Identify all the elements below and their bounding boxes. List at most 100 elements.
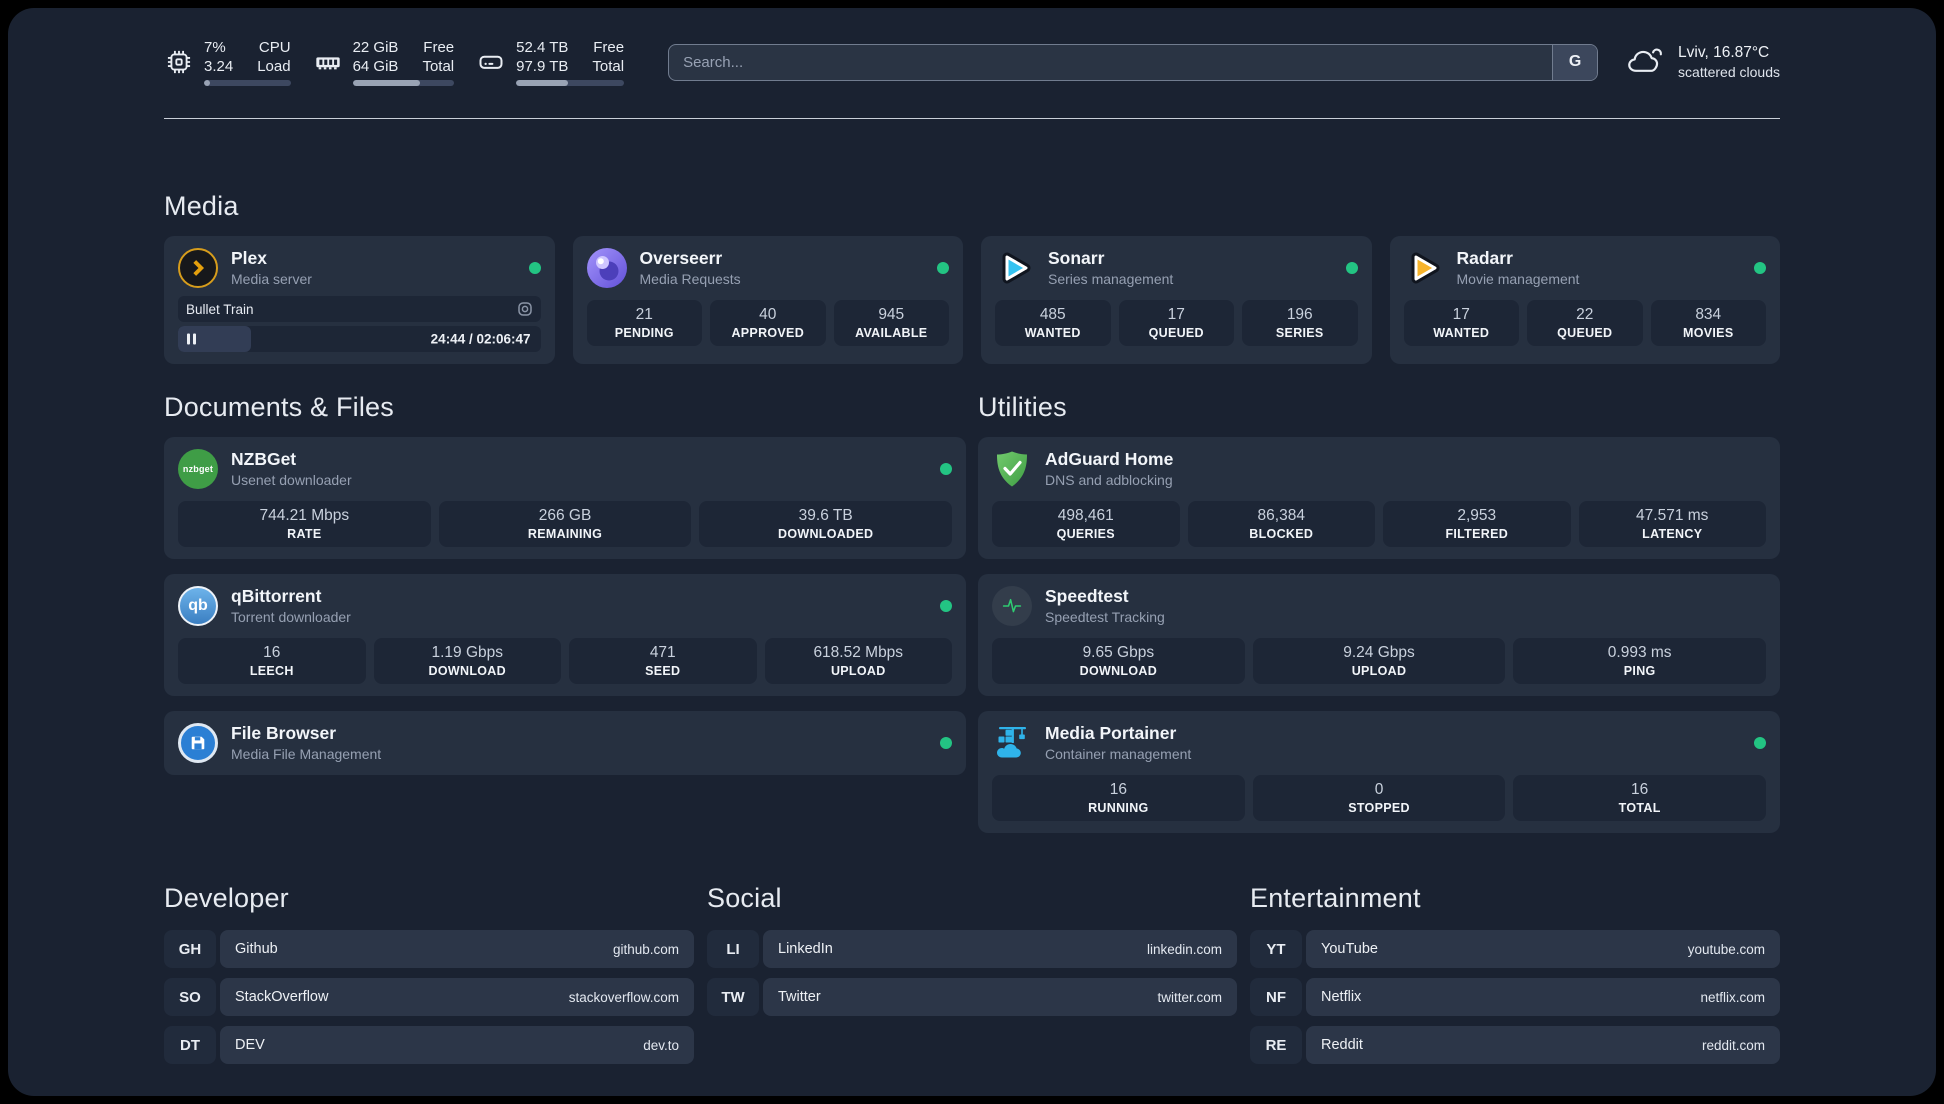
stat-label: MOVIES: [1683, 326, 1734, 340]
bookmark-linkedin[interactable]: LI LinkedIn linkedin.com: [707, 930, 1237, 968]
stat-label: UPLOAD: [830, 664, 886, 678]
stat-value: 16: [263, 644, 281, 661]
app-card-sonarr[interactable]: Sonarr Series management 485 WANTED 17 Q…: [981, 236, 1372, 364]
app-card-speedtest[interactable]: Speedtest Speedtest Tracking 9.65 Gbps D…: [978, 574, 1780, 696]
storage-free-value: 52.4 TB: [516, 39, 569, 56]
stat-label: FILTERED: [1445, 527, 1509, 541]
stat-box: 86,384 BLOCKED: [1187, 501, 1375, 547]
search-engine-button[interactable]: G: [1552, 44, 1598, 80]
load-label: Load: [257, 58, 291, 75]
bookmark-reddit[interactable]: RE Reddit reddit.com: [1250, 1026, 1780, 1064]
playback-time: 24:44 / 02:06:47: [430, 331, 531, 347]
search-input[interactable]: Search...: [669, 45, 1552, 80]
status-online-dot: [1754, 737, 1766, 749]
section-title-social: Social: [707, 883, 782, 913]
app-name: Overseerr: [639, 248, 723, 268]
memory-total-value: 64 GiB: [352, 58, 399, 75]
stat-box: 2,953 FILTERED: [1383, 501, 1571, 547]
stat-label: DOWNLOAD: [428, 664, 506, 678]
bookmark-netflix[interactable]: NF Netflix netflix.com: [1250, 978, 1780, 1016]
playback-progress-bar: 24:44 / 02:06:47: [178, 326, 541, 352]
stat-label: RATE: [287, 527, 322, 541]
stat-box: 834 MOVIES: [1650, 300, 1766, 346]
stat-box: 17 QUEUED: [1118, 300, 1234, 346]
bookmark-url: reddit.com: [1701, 1037, 1765, 1053]
stat-value: 0: [1374, 781, 1384, 798]
bookmark-url: twitter.com: [1157, 989, 1222, 1005]
stat-label: SEED: [645, 664, 681, 678]
weather-condition: scattered clouds: [1678, 64, 1780, 80]
app-card-portainer[interactable]: Media Portainer Container management 16 …: [978, 711, 1780, 833]
nzbget-icon: nzbget: [178, 449, 218, 489]
bookmark-name: Twitter: [778, 989, 821, 1005]
storage-free-label: Free: [593, 39, 625, 56]
stat-value: 86,384: [1257, 507, 1305, 524]
app-card-plex[interactable]: Plex Media server Bullet Train 24:44 / 0…: [164, 236, 555, 364]
app-card-filebrowser[interactable]: File Browser Media File Management: [164, 711, 966, 775]
cpu-progress-bar: [204, 80, 291, 86]
stat-label: LATENCY: [1642, 527, 1703, 541]
app-name: File Browser: [231, 723, 337, 743]
stat-box: 266 GB REMAINING: [438, 501, 692, 547]
bookmark-github[interactable]: GH Github github.com: [164, 930, 694, 968]
stat-label: TOTAL: [1618, 801, 1661, 815]
status-online-dot: [1345, 262, 1358, 274]
now-playing-title: Bullet Train: [186, 301, 254, 317]
bookmark-url: youtube.com: [1687, 941, 1765, 957]
speedtest-icon: [992, 586, 1032, 626]
bookmark-name: Netflix: [1321, 989, 1362, 1005]
bookmark-url: linkedin.com: [1146, 941, 1222, 957]
bookmark-name: DEV: [235, 1037, 265, 1053]
bookmarks-social: Social LI LinkedIn linkedin.com TW Twitt…: [707, 883, 1237, 1064]
weather-widget: Lviv, 16.87°C scattered clouds: [1624, 42, 1780, 83]
cpu-icon: [164, 48, 194, 76]
app-card-qbittorrent[interactable]: qb qBittorrent Torrent downloader 16 LEE…: [164, 574, 966, 696]
bookmark-name: StackOverflow: [235, 989, 329, 1005]
stat-box: 196 SERIES: [1242, 300, 1358, 346]
stat-box: 1.19 Gbps DOWNLOAD: [373, 638, 561, 684]
stat-value: 21: [635, 306, 653, 323]
bookmarks-developer: Developer GH Github github.com SO StackO…: [164, 883, 694, 1064]
stat-value: 485: [1039, 306, 1066, 323]
stat-label: LEECH: [249, 664, 294, 678]
app-card-radarr[interactable]: Radarr Movie management 17 WANTED 22 QUE…: [1389, 236, 1780, 364]
stat-label: QUERIES: [1056, 527, 1115, 541]
bookmark-abbr: SO: [164, 978, 216, 1016]
app-description: DNS and adblocking: [1045, 472, 1173, 488]
bookmark-url: github.com: [612, 941, 679, 957]
app-card-adguard[interactable]: AdGuard Home DNS and adblocking 498,461 …: [978, 437, 1780, 559]
documents-column: Documents & Files nzbget NZBGet Usenet d…: [164, 392, 966, 833]
stat-value: 9.65 Gbps: [1082, 644, 1155, 661]
app-card-overseerr[interactable]: Overseerr Media Requests 21 PENDING 40 A…: [572, 236, 963, 364]
bookmark-stackoverflow[interactable]: SO StackOverflow stackoverflow.com: [164, 978, 694, 1016]
pause-icon: [187, 333, 196, 345]
stat-box: 618.52 Mbps UPLOAD: [764, 638, 952, 684]
app-card-nzbget[interactable]: nzbget NZBGet Usenet downloader 744.21 M…: [164, 437, 966, 559]
bookmarks-entertainment: Entertainment YT YouTube youtube.com NF …: [1250, 883, 1780, 1064]
stat-box: 21 PENDING: [586, 300, 702, 346]
stat-box: 9.24 Gbps UPLOAD: [1252, 638, 1506, 684]
adguard-icon: [992, 449, 1032, 489]
utilities-column: Utilities AdGuard Home DNS and adblockin…: [978, 392, 1780, 833]
stat-value: 618.52 Mbps: [813, 644, 904, 661]
stat-box: 47.571 ms LATENCY: [1578, 501, 1766, 547]
bookmark-youtube[interactable]: YT YouTube youtube.com: [1250, 930, 1780, 968]
stat-value: 1.19 Gbps: [431, 644, 504, 661]
stat-label: APPROVED: [731, 326, 805, 340]
weather-location-temp: Lviv, 16.87°C: [1678, 44, 1770, 61]
stat-value: 834: [1695, 306, 1722, 323]
overseerr-icon: [586, 248, 627, 288]
bookmark-twitter[interactable]: TW Twitter twitter.com: [707, 978, 1237, 1016]
section-title-entertainment: Entertainment: [1250, 883, 1421, 913]
bookmark-abbr: YT: [1250, 930, 1302, 968]
bookmark-dev[interactable]: DT DEV dev.to: [164, 1026, 694, 1064]
stat-label: QUEUED: [1557, 326, 1613, 340]
search-bar[interactable]: Search... G: [668, 43, 1599, 81]
stat-box: 39.6 TB DOWNLOADED: [699, 501, 953, 547]
cpu-widget: 7% 3.24 CPU Load: [164, 38, 291, 86]
stat-box: 0.993 ms PING: [1513, 638, 1767, 684]
app-name: NZBGet: [231, 449, 297, 469]
bookmark-url: stackoverflow.com: [568, 989, 679, 1005]
stat-label: STOPPED: [1348, 801, 1410, 815]
stat-box: 40 APPROVED: [710, 300, 826, 346]
